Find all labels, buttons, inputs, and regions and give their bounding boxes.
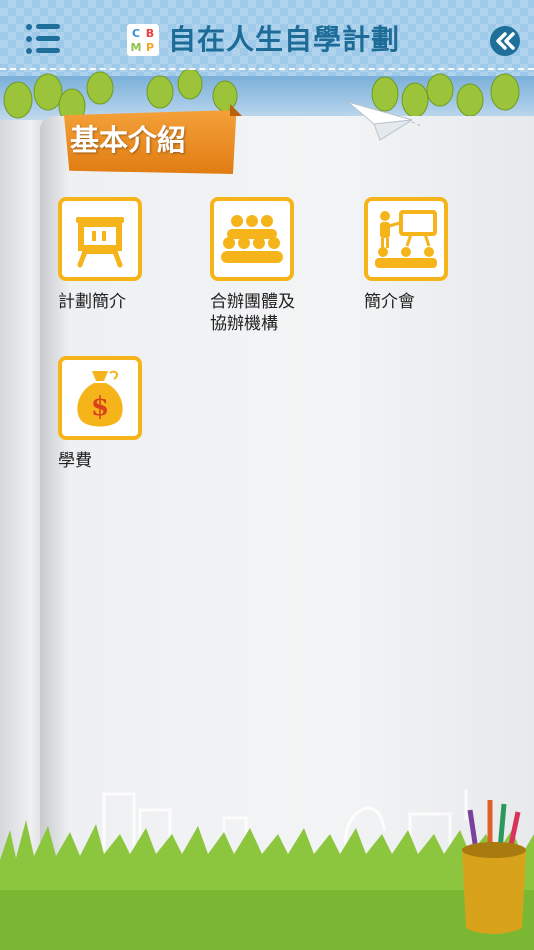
app-title: 自在人生自學計劃 — [168, 23, 401, 56]
section-title: 基本介紹 — [70, 123, 187, 157]
tile-label: 合辦團體及 協辦機構 — [210, 292, 295, 334]
app-logo: CBMP — [127, 24, 159, 56]
book-left-page — [0, 120, 44, 860]
briefing-session-icon — [375, 210, 437, 268]
logo-letter: C — [131, 26, 141, 40]
double-chevron-left-icon — [496, 32, 515, 50]
presentation-board-icon — [76, 217, 124, 268]
money-bag-icon: $ — [77, 370, 123, 427]
logo-letter: P — [145, 40, 155, 54]
paper-plane-icon — [347, 101, 420, 141]
menu-dot — [26, 48, 32, 54]
list-menu-icon — [26, 24, 32, 30]
app-header: CBMP 自在人生自學計劃 — [0, 0, 534, 76]
tile-briefing-session[interactable]: 簡介會 — [364, 197, 484, 313]
tile-icon-box — [364, 197, 448, 281]
tile-tuition-fee[interactable]: $ 學費 — [58, 356, 178, 472]
tile-label: 學費 — [58, 451, 92, 471]
menu-bar — [36, 36, 60, 41]
tile-icon-box: $ — [58, 356, 142, 440]
tile-icon-box — [58, 197, 142, 281]
tile-organizers[interactable]: 合辦團體及 協辦機構 — [210, 197, 330, 335]
tile-program-intro[interactable]: 計劃簡介 — [58, 197, 178, 313]
menu-bar — [36, 24, 60, 29]
tile-label: 計劃簡介 — [58, 292, 126, 312]
grass-decoration — [0, 790, 534, 950]
menu-bar — [36, 48, 60, 53]
logo-letter: M — [130, 40, 142, 54]
back-button[interactable] — [490, 26, 520, 56]
group-people-icon — [221, 215, 283, 263]
svg-text:$: $ — [91, 392, 109, 422]
tile-icon-box — [210, 197, 294, 281]
menu-button[interactable] — [26, 22, 62, 56]
tile-label: 簡介會 — [364, 292, 415, 312]
menu-dot — [26, 36, 32, 42]
pencil-cup-icon — [462, 800, 526, 934]
logo-letter: B — [145, 26, 155, 40]
